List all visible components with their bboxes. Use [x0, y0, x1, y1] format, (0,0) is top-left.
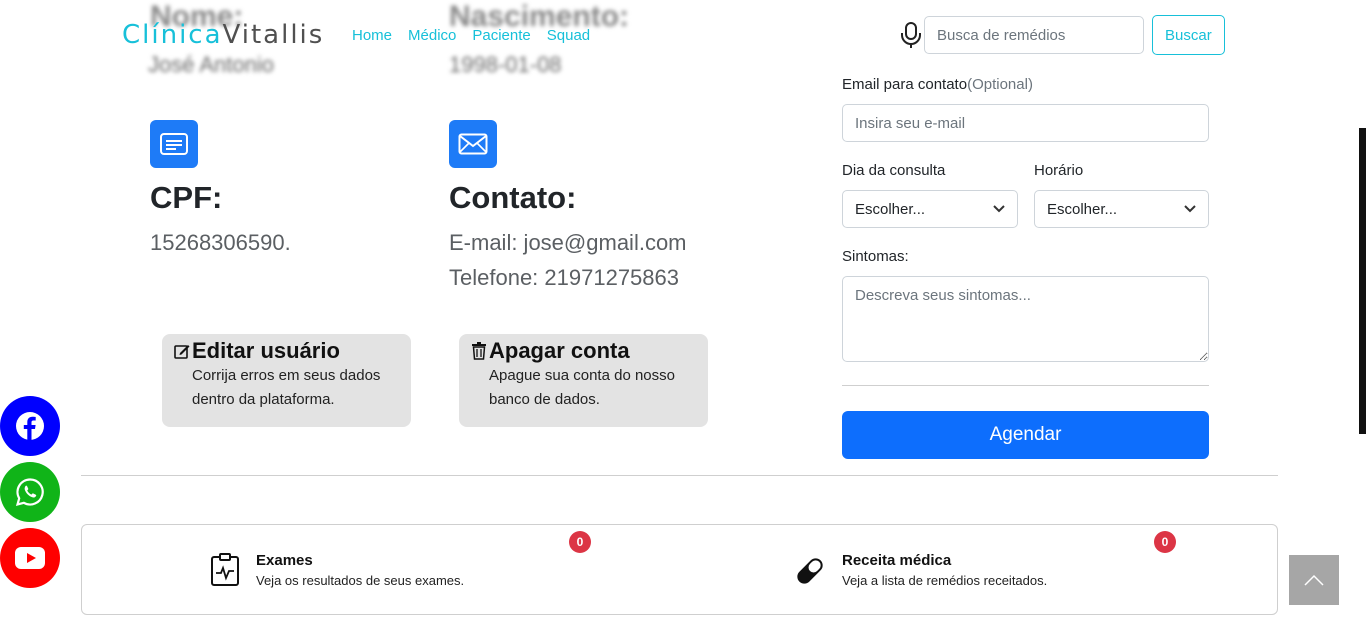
nascimento-value: 1998-01-08 — [449, 52, 562, 77]
symptoms-label: Sintomas: — [842, 248, 909, 265]
nav-paciente[interactable]: Paciente — [472, 27, 530, 44]
email-value: E-mail: jose@gmail.com — [449, 230, 687, 255]
time-select-value: Escolher... — [1047, 200, 1118, 218]
email-label: Email para contato(Optional) — [842, 76, 1033, 93]
chevron-down-icon — [1184, 205, 1196, 213]
brand-part-1: Clínica — [122, 20, 223, 50]
edit-user-desc-2: dentro da plataforma. — [192, 391, 335, 408]
edit-user-desc-1: Corrija erros em seus dados — [192, 367, 381, 384]
edit-user-title: Editar usuário — [192, 338, 340, 363]
email-optional: (Optional) — [967, 76, 1033, 93]
chevron-down-icon — [993, 205, 1005, 213]
facebook-icon — [16, 412, 44, 440]
email-field[interactable] — [842, 104, 1209, 142]
form-divider — [842, 385, 1209, 386]
day-select[interactable]: Escolher... — [842, 190, 1018, 228]
day-select-value: Escolher... — [855, 200, 926, 218]
delete-account-desc-2: banco de dados. — [489, 391, 600, 408]
pill-icon — [793, 554, 827, 593]
nome-value: José Antonio — [148, 52, 274, 77]
edit-user-card[interactable]: Editar usuário Corrija erros em seus dad… — [162, 334, 411, 427]
agendar-button[interactable]: Agendar — [842, 411, 1209, 459]
envelope-icon — [449, 120, 497, 168]
exam-clipboard-icon — [210, 553, 240, 592]
nav-medico[interactable]: Médico — [408, 27, 456, 44]
microphone-icon[interactable] — [900, 21, 922, 49]
nav-home[interactable]: Home — [352, 27, 392, 44]
brand-part-2: Vitallis — [222, 20, 325, 50]
whatsapp-icon — [15, 478, 44, 507]
youtube-icon — [15, 547, 45, 569]
delete-account-desc-1: Apague sua conta do nosso — [489, 367, 675, 384]
exams-desc: Veja os resultados de seus exames. — [256, 573, 465, 588]
nav-squad[interactable]: Squad — [547, 27, 590, 44]
document-icon — [150, 120, 198, 168]
edit-icon — [174, 345, 190, 359]
recipe-count-badge: 0 — [1154, 531, 1176, 553]
search-input[interactable] — [924, 16, 1144, 54]
time-label: Horário — [1034, 162, 1084, 179]
page-scrollbar[interactable] — [1359, 128, 1366, 434]
symptoms-field[interactable] — [842, 276, 1209, 362]
chevron-up-icon — [1304, 574, 1324, 586]
email-label-text: Email para contato — [842, 76, 968, 93]
main-nav: Home Médico Paciente Squad — [352, 27, 590, 44]
youtube-button[interactable] — [0, 528, 60, 588]
search-bar: Buscar — [900, 15, 1225, 55]
facebook-button[interactable] — [0, 396, 60, 456]
exams-title[interactable]: Exames — [256, 552, 313, 569]
phone-value: Telefone: 21971275863 — [449, 265, 679, 290]
time-select[interactable]: Escolher... — [1034, 190, 1209, 228]
contato-title: Contato: — [449, 180, 577, 215]
brand-logo[interactable]: ClínicaVitallis — [122, 20, 324, 50]
delete-account-title: Apagar conta — [489, 338, 630, 363]
cpf-title: CPF: — [150, 180, 223, 215]
summary-panel — [81, 524, 1278, 615]
search-button[interactable]: Buscar — [1152, 15, 1225, 55]
day-label: Dia da consulta — [842, 162, 946, 179]
recipe-title[interactable]: Receita médica — [842, 552, 951, 569]
back-to-top-button[interactable] — [1289, 555, 1339, 605]
delete-account-card[interactable]: Apagar conta Apague sua conta do nosso b… — [459, 334, 708, 427]
section-divider — [81, 475, 1278, 476]
trash-icon — [472, 342, 486, 360]
whatsapp-button[interactable] — [0, 462, 60, 522]
recipe-desc: Veja a lista de remédios receitados. — [842, 573, 1048, 588]
cpf-value: 15268306590. — [150, 230, 291, 255]
exams-count-badge: 0 — [569, 531, 591, 553]
